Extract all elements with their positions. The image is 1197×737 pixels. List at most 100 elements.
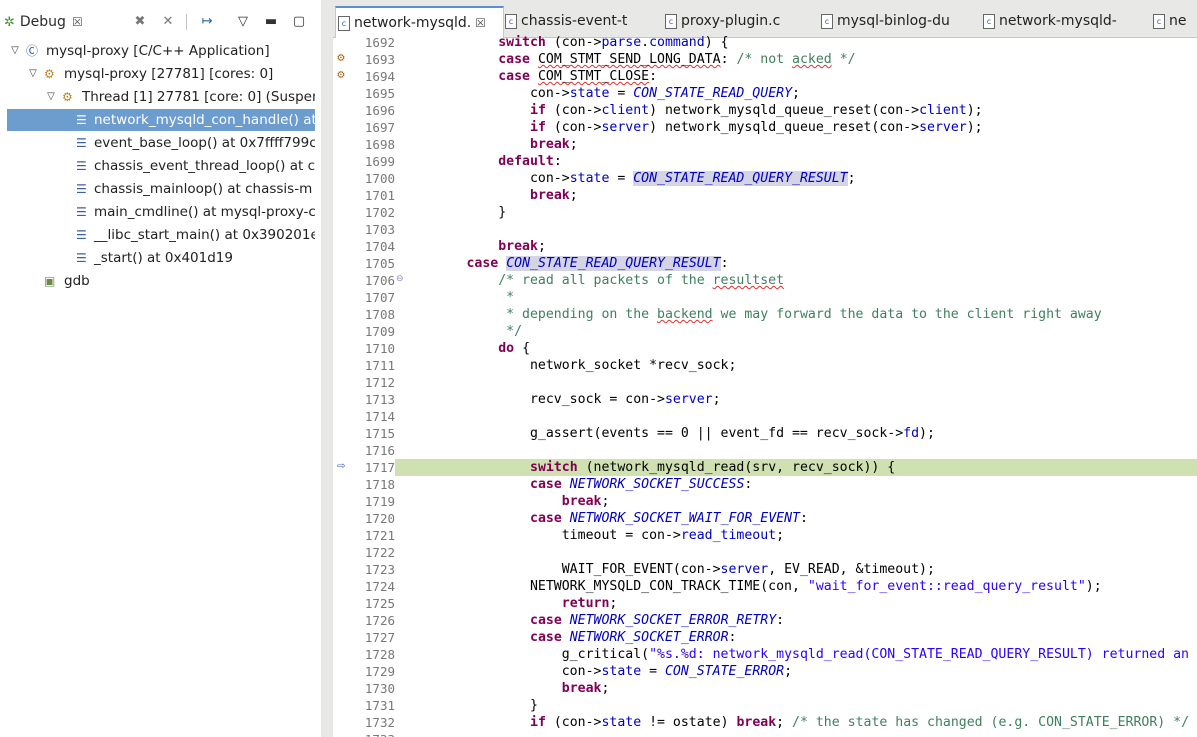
code-token: /* read all packets of the <box>498 273 713 288</box>
code-line[interactable]: */ <box>395 323 1197 340</box>
editor-tab[interactable]: c chassis-event-t <box>503 6 661 37</box>
stack-frame-item[interactable]: ☰ main_cmdline() at mysql-proxy-c <box>0 201 315 223</box>
code-token: case <box>530 477 562 492</box>
code-token: (con-> <box>545 35 602 50</box>
debug-view-tab[interactable]: ✲ Debug ☒ <box>0 6 83 38</box>
code-line[interactable]: case NETWORK_SOCKET_ERROR_RETRY: <box>395 612 1197 629</box>
line-number: 1698 <box>364 137 395 152</box>
code-line[interactable]: recv_sock = con->server; <box>395 391 1197 408</box>
debug-tree-item[interactable]: ▽ ⚙ Thread [1] 27781 [core: 0] (Suspended <box>0 86 315 108</box>
code-line[interactable]: break; <box>395 680 1197 697</box>
code-token: ; <box>712 392 721 407</box>
code-line[interactable]: g_critical("%s.%d: network_mysqld_read(C… <box>395 646 1197 663</box>
code-line[interactable]: network_socket *recv_sock; <box>395 357 1197 374</box>
code-line[interactable]: return; <box>395 595 1197 612</box>
code-token: * <box>402 290 515 305</box>
code-line[interactable]: if (con->client) network_mysqld_queue_re… <box>395 102 1197 119</box>
breakpoint-icon[interactable]: ⚙ <box>335 53 347 65</box>
code-line[interactable]: con->state = CON_STATE_READ_QUERY_RESULT… <box>395 170 1197 187</box>
line-number: 1719 <box>364 494 395 509</box>
minimize-icon[interactable]: ▬ <box>262 13 280 31</box>
stack-frame-icon: ☰ <box>76 136 87 150</box>
code-line[interactable]: } <box>395 204 1197 221</box>
code-line[interactable]: case NETWORK_SOCKET_WAIT_FOR_EVENT: <box>395 510 1197 527</box>
code-line[interactable]: /* read all packets of the resultset <box>395 272 1197 289</box>
editor-tab[interactable]: c network-mysqld- <box>981 6 1149 37</box>
step-into-icon[interactable]: ↦ <box>198 13 216 31</box>
code-line[interactable] <box>395 221 1197 238</box>
editor-tab[interactable]: c mysql-binlog-du <box>819 6 979 37</box>
code-line[interactable]: break; <box>395 238 1197 255</box>
code-line[interactable]: break; <box>395 493 1197 510</box>
code-line[interactable]: WAIT_FOR_EVENT(con->server, EV_READ, &ti… <box>395 561 1197 578</box>
stack-frame-item[interactable]: ☰ network_mysqld_con_handle() at <box>7 109 315 131</box>
tree-item-label: chassis_event_thread_loop() at c <box>94 158 315 174</box>
expand-toggle-icon[interactable]: ▽ <box>8 40 22 62</box>
code-line[interactable]: break; <box>395 136 1197 153</box>
stack-frame-item[interactable]: ☰ chassis_mainloop() at chassis-m <box>0 178 315 200</box>
code-line[interactable]: * depending on the backend we may forwar… <box>395 306 1197 323</box>
code-line[interactable]: NETWORK_MYSQLD_CON_TRACK_TIME(con, "wait… <box>395 578 1197 595</box>
code-line[interactable]: case COM_STMT_SEND_LONG_DATA: /* not ack… <box>395 51 1197 68</box>
code-token: COM_STMT_SEND_LONG_DATA <box>537 52 721 67</box>
code-line[interactable] <box>395 374 1197 391</box>
code-line[interactable] <box>395 544 1197 561</box>
editor-tab[interactable]: c ne <box>1151 6 1197 37</box>
debug-tree-item[interactable]: ▣ gdb <box>0 270 315 292</box>
expand-toggle-icon[interactable]: ▽ <box>26 63 40 85</box>
expand-toggle-icon[interactable]: ▽ <box>44 86 58 108</box>
code-token: } <box>402 205 507 220</box>
code-line[interactable]: switch (con->parse.command) { <box>395 34 1197 51</box>
breakpoint-icon[interactable]: ⚙ <box>335 70 347 82</box>
code-line[interactable]: do { <box>395 340 1197 357</box>
stack-frame-item[interactable]: ☰ _start() at 0x401d19 <box>0 247 315 269</box>
close-icon[interactable]: ☒ <box>471 16 486 30</box>
line-number: 1720 <box>364 511 395 526</box>
code-token: /* not <box>736 52 793 67</box>
editor-tab[interactable]: c proxy-plugin.c <box>663 6 817 37</box>
code-line[interactable]: switch (network_mysqld_read(srv, recv_so… <box>395 459 1197 476</box>
code-token: } <box>402 698 538 713</box>
code-token: = <box>641 664 665 679</box>
code-line[interactable]: con->state = CON_STATE_READ_QUERY; <box>395 85 1197 102</box>
debug-bug-icon: ✲ <box>4 14 15 30</box>
stack-frame-item[interactable]: ☰ event_base_loop() at 0x7ffff799c <box>0 132 315 154</box>
close-icon[interactable]: ☒ <box>72 15 83 29</box>
code-line[interactable]: if (con->server) network_mysqld_queue_re… <box>395 119 1197 136</box>
view-menu-icon[interactable]: ▽ <box>234 13 252 31</box>
view-splitter[interactable] <box>321 0 333 737</box>
code-line[interactable]: con->state = CON_STATE_ERROR; <box>395 663 1197 680</box>
code-line[interactable]: * <box>395 289 1197 306</box>
debug-tree-item[interactable]: ▽ ⚙ mysql-proxy [27781] [cores: 0] <box>0 63 315 85</box>
code-line[interactable]: timeout = con->read_timeout; <box>395 527 1197 544</box>
code-line[interactable]: break; <box>395 187 1197 204</box>
code-line[interactable]: case NETWORK_SOCKET_ERROR: <box>395 629 1197 646</box>
code-line[interactable]: case COM_STMT_CLOSE: <box>395 68 1197 85</box>
stack-frame-item[interactable]: ☰ chassis_event_thread_loop() at c <box>0 155 315 177</box>
code-line[interactable]: g_assert(events == 0 || event_fd == recv… <box>395 425 1197 442</box>
tree-item-label: gdb <box>64 273 90 289</box>
remove-terminated-icon[interactable]: ✖ <box>131 13 149 31</box>
debug-tree-item[interactable]: ▽ Ⓒmysql-proxy [C/C++ Application] <box>0 40 315 62</box>
maximize-icon[interactable]: ▢ <box>290 13 308 31</box>
code-token: acked <box>792 52 832 67</box>
code-line[interactable] <box>395 442 1197 459</box>
stack-frame-item[interactable]: ☰ __libc_start_main() at 0x390201e <box>0 224 315 246</box>
code-line[interactable]: if (con->state != ostate) break; /* the … <box>395 714 1197 731</box>
code-token: ; <box>784 664 793 679</box>
gdb-icon: ▣ <box>44 274 56 288</box>
code-line[interactable]: case NETWORK_SOCKET_SUCCESS: <box>395 476 1197 493</box>
code-line[interactable]: default: <box>395 153 1197 170</box>
code-line[interactable]: } <box>395 697 1197 714</box>
code-area[interactable]: switch (con->parse.command) { case COM_S… <box>395 35 1197 737</box>
line-number: 1697 <box>364 120 395 135</box>
remove-all-terminated-icon[interactable]: ✕ <box>159 13 177 31</box>
code-line[interactable] <box>395 731 1197 737</box>
code-token: ; <box>776 715 793 730</box>
code-line[interactable] <box>395 408 1197 425</box>
code-token: : <box>649 69 658 84</box>
code-line[interactable]: case CON_STATE_READ_QUERY_RESULT: <box>395 255 1197 272</box>
